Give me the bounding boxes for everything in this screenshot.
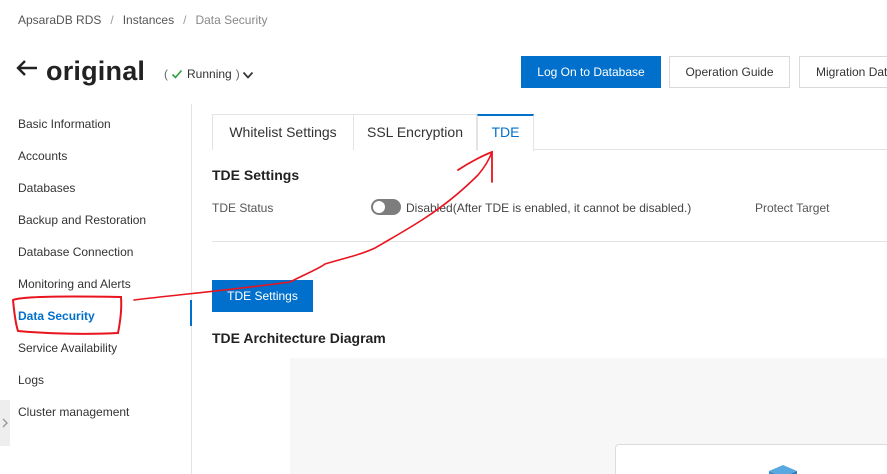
migration-data-button[interactable]: Migration Dat (799, 56, 887, 88)
breadcrumb-separator: / (110, 13, 114, 27)
chevron-down-icon[interactable] (242, 69, 254, 79)
tde-status-label: TDE Status (212, 201, 274, 215)
annotation-arrowhead (457, 150, 493, 183)
tde-settings-title: TDE Settings (212, 167, 300, 183)
sidebar-collapse-handle[interactable] (0, 400, 10, 446)
tab-ssl-encryption[interactable]: SSL Encryption (353, 114, 477, 150)
breadcrumb-item-instances[interactable]: Instances (123, 13, 174, 27)
instance-header: original ( Running ) Log On to Database … (0, 50, 887, 96)
sidebar-item-service-availability[interactable]: Service Availability (18, 341, 117, 355)
tde-settings-button[interactable]: TDE Settings (212, 280, 313, 312)
chevron-right-icon (2, 418, 8, 428)
tab-whitelist-settings[interactable]: Whitelist Settings (212, 114, 354, 150)
sidebar-item-databases[interactable]: Databases (18, 181, 75, 195)
security-tabs: Whitelist Settings SSL Encryption TDE (212, 114, 887, 151)
sidebar-item-monitoring-and-alerts[interactable]: Monitoring and Alerts (18, 277, 131, 291)
status-close-paren: ) (235, 67, 240, 81)
sidebar-item-basic-information[interactable]: Basic Information (18, 117, 111, 131)
operation-guide-button[interactable]: Operation Guide (669, 56, 790, 88)
status-open-paren: ( (164, 67, 168, 81)
log-on-to-database-button[interactable]: Log On to Database (521, 56, 661, 88)
sidebar-active-indicator (190, 300, 192, 326)
status-text: Running (187, 67, 232, 81)
breadcrumb: ApsaraDB RDS / Instances / Data Security (18, 13, 267, 27)
sidebar-item-cluster-management[interactable]: Cluster management (18, 405, 129, 419)
sidebar-item-logs[interactable]: Logs (18, 373, 44, 387)
sidebar-item-database-connection[interactable]: Database Connection (18, 245, 133, 259)
tde-status-toggle[interactable] (371, 199, 401, 215)
sidebar-nav: Basic Information Accounts Databases Bac… (0, 104, 192, 474)
instance-name: original (46, 56, 146, 86)
tde-architecture-diagram (290, 358, 887, 474)
instance-status: ( Running ) (164, 67, 254, 81)
toggle-knob (373, 201, 385, 213)
sidebar-item-data-security[interactable]: Data Security (18, 309, 95, 323)
sidebar-item-accounts[interactable]: Accounts (18, 149, 67, 163)
protect-target-label: Protect Target (755, 201, 830, 215)
tab-tde[interactable]: TDE (477, 114, 534, 151)
breadcrumb-separator: / (183, 13, 187, 27)
diagram-node-icon (769, 465, 797, 474)
breadcrumb-item-apsaradb-rds[interactable]: ApsaraDB RDS (18, 13, 101, 27)
diagram-node (615, 444, 887, 474)
section-divider (212, 241, 887, 242)
sidebar-item-backup-and-restoration[interactable]: Backup and Restoration (18, 213, 146, 227)
breadcrumb-item-data-security: Data Security (195, 13, 268, 27)
tde-status-text: Disabled(After TDE is enabled, it cannot… (406, 201, 692, 215)
arrow-left-icon[interactable] (14, 56, 40, 80)
check-icon (171, 68, 183, 80)
tde-architecture-diagram-title: TDE Architecture Diagram (212, 330, 386, 346)
